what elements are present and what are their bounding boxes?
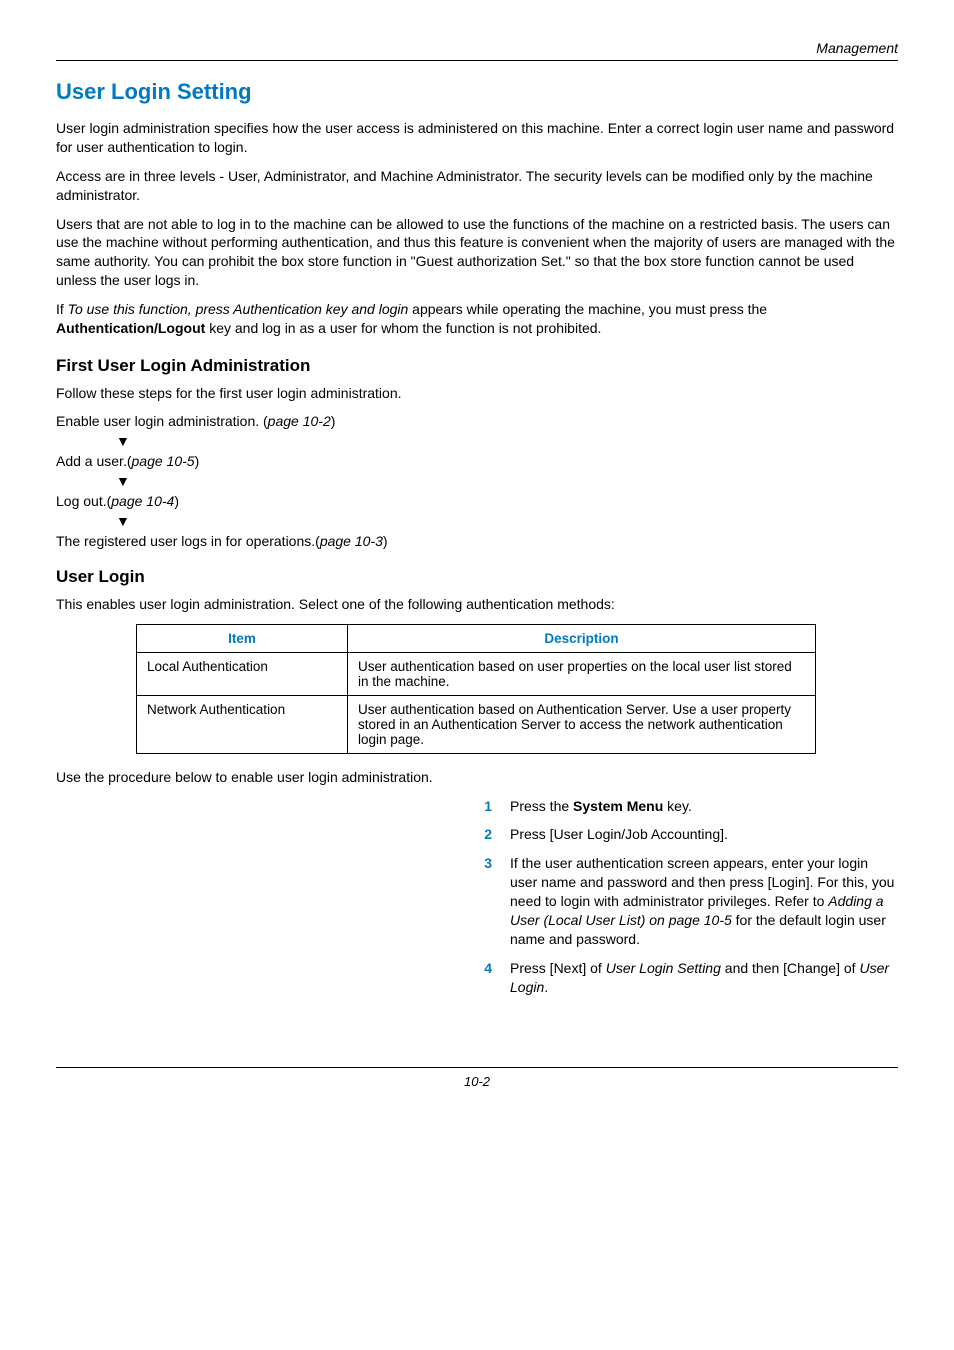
p4-ital: To use this function, press Authenticati… xyxy=(68,301,409,317)
header-rule xyxy=(56,60,898,61)
arrow-1: ▼ xyxy=(116,433,898,449)
add-ref: page 10-5 xyxy=(132,453,195,469)
cell-item-0: Local Authentication xyxy=(137,652,348,695)
p4-mid: appears while operating the machine, you… xyxy=(408,301,767,317)
user-login-intro: This enables user login administration. … xyxy=(56,595,898,614)
s4-pre: Press [Next] of xyxy=(510,960,606,976)
p4-bold: Authentication/Logout xyxy=(56,320,205,336)
step-body-2: Press [User Login/Job Accounting]. xyxy=(510,825,898,844)
intro-para-3: Users that are not able to log in to the… xyxy=(56,215,898,291)
steps-list: 1 Press the System Menu key. 2 Press [Us… xyxy=(476,797,898,997)
step-body-4: Press [Next] of User Login Setting and t… xyxy=(510,959,898,997)
page-number: 10-2 xyxy=(56,1074,898,1089)
page-title: User Login Setting xyxy=(56,79,898,105)
enable-pre: Enable user login administration. ( xyxy=(56,413,268,429)
s4-post: . xyxy=(544,979,548,995)
s1-post: key. xyxy=(663,798,692,814)
logout-ref: page 10-4 xyxy=(111,493,174,509)
s4-ital: User Login Setting xyxy=(606,960,721,976)
step-num-2: 2 xyxy=(476,825,492,844)
logout-pre: Log out.( xyxy=(56,493,111,509)
cell-desc-1: User authentication based on Authenticat… xyxy=(348,695,816,753)
intro-para-4: If To use this function, press Authentic… xyxy=(56,300,898,338)
user-login-heading: User Login xyxy=(56,567,898,587)
step-num-1: 1 xyxy=(476,797,492,816)
page: Management User Login Setting User login… xyxy=(0,0,954,1119)
step-3: 3 If the user authentication screen appe… xyxy=(476,854,898,948)
intro-para-1: User login administration specifies how … xyxy=(56,119,898,157)
section-label: Management xyxy=(816,40,898,56)
reg-post: ) xyxy=(383,533,388,549)
arrow-3: ▼ xyxy=(116,513,898,529)
p4-post: key and log in as a user for whom the fu… xyxy=(205,320,601,336)
table-row: Network Authentication User authenticati… xyxy=(137,695,816,753)
cell-item-1: Network Authentication xyxy=(137,695,348,753)
reg-ref: page 10-3 xyxy=(320,533,383,549)
add-post: ) xyxy=(195,453,200,469)
enable-post: ) xyxy=(331,413,336,429)
th-item: Item xyxy=(137,624,348,652)
step-body-3: If the user authentication screen appear… xyxy=(510,854,898,948)
logout-post: ) xyxy=(174,493,179,509)
th-desc: Description xyxy=(348,624,816,652)
auth-table: Item Description Local Authentication Us… xyxy=(136,624,816,754)
step-body-1: Press the System Menu key. xyxy=(510,797,898,816)
footer-rule xyxy=(56,1067,898,1068)
cell-desc-0: User authentication based on user proper… xyxy=(348,652,816,695)
table-row: Local Authentication User authentication… xyxy=(137,652,816,695)
arrow-2: ▼ xyxy=(116,473,898,489)
step-num-3: 3 xyxy=(476,854,492,948)
logout-line: Log out.(page 10-4) xyxy=(56,493,898,509)
enable-line: Enable user login administration. (page … xyxy=(56,413,898,429)
first-admin-intro: Follow these steps for the first user lo… xyxy=(56,384,898,403)
step-num-4: 4 xyxy=(476,959,492,997)
page-header: Management xyxy=(56,40,898,56)
table-header-row: Item Description xyxy=(137,624,816,652)
intro-para-2: Access are in three levels - User, Admin… xyxy=(56,167,898,205)
step-1: 1 Press the System Menu key. xyxy=(476,797,898,816)
s4-mid: and then [Change] of xyxy=(721,960,860,976)
s1-bold: System Menu xyxy=(573,798,663,814)
reg-pre: The registered user logs in for operatio… xyxy=(56,533,320,549)
add-pre: Add a user.( xyxy=(56,453,132,469)
step-2: 2 Press [User Login/Job Accounting]. xyxy=(476,825,898,844)
below-table: Use the procedure below to enable user l… xyxy=(56,768,898,787)
s1-pre: Press the xyxy=(510,798,573,814)
add-line: Add a user.(page 10-5) xyxy=(56,453,898,469)
p4-pre: If xyxy=(56,301,68,317)
first-admin-heading: First User Login Administration xyxy=(56,356,898,376)
enable-ref: page 10-2 xyxy=(268,413,331,429)
registered-line: The registered user logs in for operatio… xyxy=(56,533,898,549)
step-4: 4 Press [Next] of User Login Setting and… xyxy=(476,959,898,997)
